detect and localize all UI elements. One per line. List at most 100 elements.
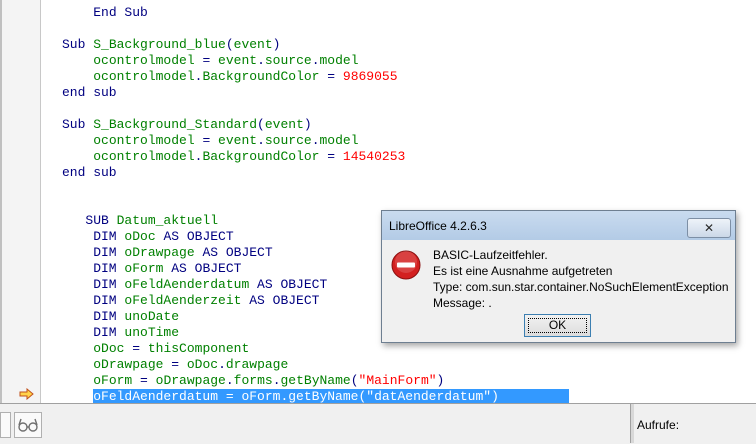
code-token: = bbox=[194, 53, 219, 68]
code-token: . bbox=[257, 133, 265, 148]
code-line: DIM oFeldAenderdatum AS OBJECT bbox=[62, 277, 327, 293]
code-token: event bbox=[233, 37, 273, 52]
code-token: event bbox=[218, 133, 258, 148]
code-token: oForm bbox=[124, 261, 164, 276]
code-line: DIM oFeldAenderzeit AS OBJECT bbox=[62, 293, 319, 309]
code-token: oForm bbox=[93, 373, 133, 388]
code-token: = bbox=[132, 373, 156, 388]
code-token: "MainForm" bbox=[358, 373, 437, 388]
code-token: event bbox=[264, 117, 304, 132]
code-token: source bbox=[264, 53, 312, 68]
code-line: DIM oForm AS OBJECT bbox=[62, 261, 241, 277]
code-token: = bbox=[194, 133, 219, 148]
code-line: Sub S_Background_blue(event) bbox=[62, 37, 280, 53]
code-line: DIM unoTime bbox=[62, 325, 179, 341]
code-line: Sub S_Background_Standard(event) bbox=[62, 117, 312, 133]
code-token: getByName bbox=[280, 373, 351, 388]
message-line: Es ist eine Ausnahme aufgetreten bbox=[433, 264, 613, 278]
code-line: ocontrolmodel = event.source.model bbox=[62, 133, 358, 149]
code-line: end sub bbox=[62, 85, 117, 101]
code-line: SUB Datum_aktuell bbox=[62, 213, 218, 229]
code-token: DIM bbox=[62, 293, 125, 308]
code-token: AS OBJECT bbox=[194, 245, 273, 260]
code-token: . bbox=[311, 133, 320, 148]
code-line: DIM oDoc AS OBJECT bbox=[62, 229, 234, 245]
code-token: ) bbox=[436, 373, 445, 388]
code-token: ( bbox=[257, 117, 265, 132]
code-token: AS OBJECT bbox=[249, 277, 328, 292]
calls-label: Aufrufe: bbox=[637, 418, 680, 432]
code-token: event bbox=[218, 53, 258, 68]
code-token: . bbox=[311, 53, 320, 68]
code-token: drawpage bbox=[225, 357, 289, 372]
code-token: Sub bbox=[62, 117, 94, 132]
code-token: AS OBJECT bbox=[155, 229, 234, 244]
code-token: end sub bbox=[62, 85, 117, 100]
code-token: oDrawpage bbox=[93, 357, 164, 372]
code-token: ocontrolmodel bbox=[93, 53, 195, 68]
code-line: End Sub bbox=[62, 5, 148, 21]
code-token: DIM bbox=[62, 261, 125, 276]
panel-splitter[interactable] bbox=[630, 404, 634, 443]
code-token: 14540253 bbox=[342, 149, 406, 164]
code-token: oFeldAenderdatum = oForm.getByName("datA… bbox=[93, 389, 570, 403]
code-token: SUB bbox=[62, 213, 117, 228]
code-token: end sub bbox=[62, 165, 117, 180]
code-token: thisComponent bbox=[147, 341, 250, 356]
current-line-arrow-icon bbox=[19, 388, 34, 400]
error-icon bbox=[391, 250, 421, 280]
code-token: unoDate bbox=[124, 309, 180, 324]
error-dialog: LibreOffice 4.2.6.3 ✕ BASIC-Laufzeitfehl… bbox=[381, 210, 736, 343]
code-token: source bbox=[264, 133, 312, 148]
code-token: AS OBJECT bbox=[163, 261, 242, 276]
code-line: end sub bbox=[62, 165, 117, 181]
code-token: forms bbox=[233, 373, 273, 388]
code-line: ocontrolmodel = event.source.model bbox=[62, 53, 359, 69]
code-token: . bbox=[272, 373, 281, 388]
code-token: End Sub bbox=[93, 5, 148, 20]
code-token: DIM bbox=[62, 245, 125, 260]
code-token: oDoc bbox=[124, 229, 156, 244]
code-token: AS OBJECT bbox=[241, 293, 320, 308]
message-line: Message: . bbox=[433, 296, 492, 310]
code-token: ( bbox=[225, 37, 234, 52]
code-token: DIM bbox=[62, 325, 125, 340]
code-line-current: oFeldAenderdatum = oForm.getByName("datA… bbox=[62, 389, 570, 403]
code-token: DIM bbox=[62, 277, 125, 292]
code-line: DIM oDrawpage AS OBJECT bbox=[62, 245, 273, 261]
breakpoint-gutter[interactable] bbox=[0, 0, 41, 403]
code-token: S_Background_blue bbox=[93, 37, 226, 52]
code-line: ocontrolmodel.BackgroundColor = 9869055 bbox=[62, 69, 397, 85]
code-token: ocontrolmodel bbox=[93, 133, 195, 148]
code-line: oDoc = thisComponent bbox=[62, 341, 249, 357]
ok-button[interactable]: OK bbox=[524, 314, 591, 337]
code-token: model bbox=[319, 53, 359, 68]
code-token: oFeldAenderdatum bbox=[124, 277, 250, 292]
code-token: BackgroundColor bbox=[202, 69, 320, 84]
code-token: Datum_aktuell bbox=[116, 213, 219, 228]
code-token: = bbox=[124, 341, 148, 356]
code-token: ocontrolmodel bbox=[93, 149, 195, 164]
code-token: . bbox=[257, 53, 265, 68]
code-token: BackgroundColor bbox=[202, 149, 320, 164]
code-token: Sub bbox=[62, 37, 94, 52]
ok-button-label: OK bbox=[548, 318, 567, 332]
code-token: = bbox=[163, 357, 187, 372]
watch-toolbar-field[interactable] bbox=[0, 412, 11, 438]
code-token: DIM bbox=[62, 229, 125, 244]
dialog-titlebar[interactable]: LibreOffice 4.2.6.3 ✕ bbox=[382, 211, 735, 240]
code-token: ) bbox=[303, 117, 312, 132]
watch-button[interactable] bbox=[14, 412, 42, 438]
close-button[interactable]: ✕ bbox=[687, 218, 731, 238]
code-token: ocontrolmodel bbox=[93, 69, 195, 84]
code-token: = bbox=[319, 149, 343, 164]
code-token: oDrawpage bbox=[155, 373, 226, 388]
code-token: S_Background_Standard bbox=[93, 117, 258, 132]
